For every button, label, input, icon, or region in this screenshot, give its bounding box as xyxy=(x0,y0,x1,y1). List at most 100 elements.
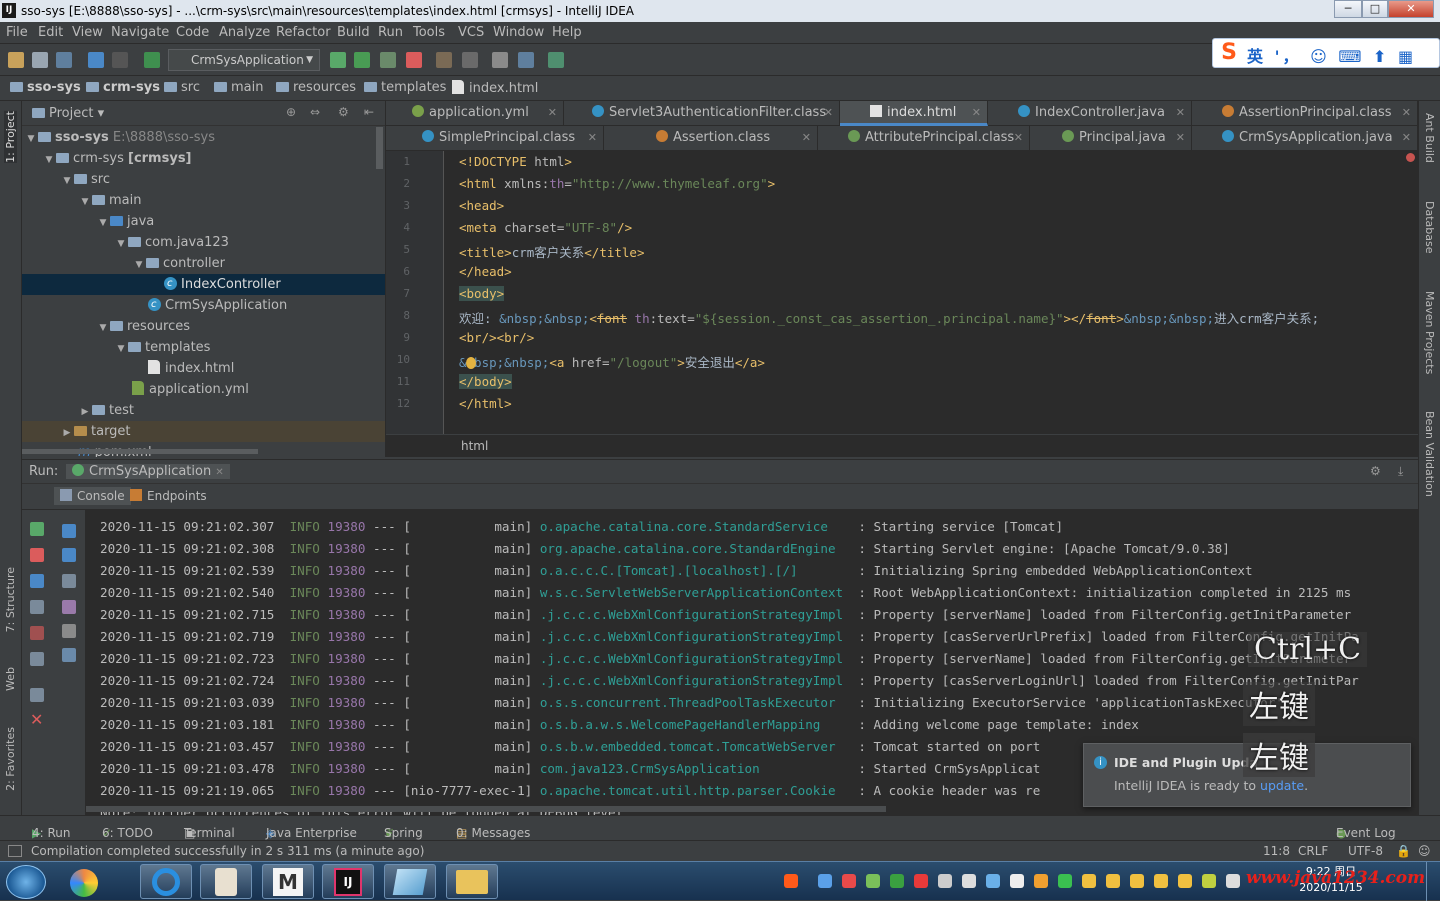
tray-qq-icon-2[interactable] xyxy=(1106,874,1120,888)
caret-position[interactable]: 11:8 xyxy=(1263,844,1290,858)
debug-icon[interactable] xyxy=(354,52,370,68)
run-tab-crmsysapplication[interactable]: CrmSysApplication ✕ xyxy=(66,464,230,479)
tree-item-crmsysapplication[interactable]: CrmSysApplication xyxy=(22,294,385,316)
run-configuration-select[interactable]: CrmSysApplication ▼ xyxy=(168,49,320,71)
down-arrow-icon[interactable] xyxy=(62,548,76,562)
gear-icon[interactable]: ⚙ xyxy=(338,105,349,119)
minimize-button[interactable]: ─ xyxy=(1334,0,1362,18)
close-tab-icon[interactable]: ✕ xyxy=(1402,126,1411,150)
taskbar-app-photos[interactable] xyxy=(58,864,110,899)
tray-s-icon[interactable] xyxy=(914,874,928,888)
tab-attributeprincipal-class[interactable]: AttributePrincipal.class ✕ xyxy=(818,126,1030,151)
menu-tools[interactable]: Tools xyxy=(413,25,445,40)
tab-principal-java[interactable]: Principal.java ✕ xyxy=(1030,126,1192,151)
favorites-tool-button[interactable]: 2: Favorites xyxy=(4,727,17,791)
tray-sogou-icon[interactable] xyxy=(784,874,798,888)
rerun-icon[interactable] xyxy=(30,522,44,536)
close-icon[interactable]: ✕ xyxy=(30,710,43,729)
tab-simpleprincipal-class[interactable]: SimplePrincipal.class ✕ xyxy=(386,126,604,151)
code-line[interactable]: <title>crm客户关系</title> xyxy=(459,242,644,261)
close-run-tab-icon[interactable]: ✕ xyxy=(215,467,223,478)
tree-item-indexcontroller[interactable]: IndexController xyxy=(22,273,385,295)
stop-icon[interactable] xyxy=(406,52,422,68)
tab-index-html[interactable]: index.html ✕ xyxy=(840,101,988,126)
tray-qq-icon-4[interactable] xyxy=(1154,874,1168,888)
tray-network-icon[interactable] xyxy=(986,874,1000,888)
save-all-icon[interactable] xyxy=(32,52,48,68)
menu-code[interactable]: Code xyxy=(176,25,209,40)
code-line[interactable]: 欢迎: &nbsp;&nbsp;<font th:text="${session… xyxy=(459,308,1319,327)
build-hammer-icon[interactable] xyxy=(144,52,160,68)
tree-item-java[interactable]: ▼ java xyxy=(22,211,385,232)
tray-qq-icon-5[interactable] xyxy=(1178,874,1192,888)
tab-crmsysapplication-java[interactable]: CrmSysApplication.java ✕ xyxy=(1192,126,1418,151)
breadcrumb-html[interactable]: html xyxy=(461,439,488,453)
tray-misc-icon[interactable] xyxy=(1202,874,1216,888)
clear-all-icon[interactable] xyxy=(62,648,76,662)
tree-item-src[interactable]: ▼ src xyxy=(22,169,385,190)
download-icon[interactable] xyxy=(462,52,478,68)
bean-validation-tool-button[interactable]: Bean Validation xyxy=(1423,411,1436,497)
open-folder-icon[interactable] xyxy=(8,52,24,68)
menu-vcs[interactable]: VCS xyxy=(458,25,484,40)
error-indicator-icon[interactable] xyxy=(1406,153,1415,162)
close-tab-icon[interactable]: ✕ xyxy=(802,126,811,150)
update-link[interactable]: update xyxy=(1260,778,1304,793)
exit-icon[interactable] xyxy=(30,626,44,640)
pin-icon[interactable] xyxy=(30,688,44,702)
tab-indexcontroller-java[interactable]: IndexController.java ✕ xyxy=(988,101,1192,126)
maximize-button[interactable]: □ xyxy=(1362,0,1388,18)
horizontal-scrollbar[interactable] xyxy=(22,449,258,454)
tray-shield-icon[interactable] xyxy=(866,874,880,888)
tree-item-resources[interactable]: ▼ resources xyxy=(22,316,385,337)
nav-crumb-src[interactable]: src xyxy=(164,80,200,95)
close-tab-icon[interactable]: ✕ xyxy=(588,126,597,150)
tray-app-icon[interactable] xyxy=(842,874,856,888)
close-tab-icon[interactable]: ✕ xyxy=(1176,126,1185,150)
taskbar-app-notepad[interactable] xyxy=(384,864,436,899)
endpoints-subtab[interactable]: Endpoints xyxy=(130,489,207,503)
code-line[interactable]: <html xmlns:th="http://www.thymeleaf.org… xyxy=(459,176,775,191)
hide-panel-icon[interactable]: ⤓ xyxy=(1398,464,1403,479)
menu-view[interactable]: View xyxy=(72,25,103,40)
tab-application-yml[interactable]: application.yml ✕ xyxy=(386,101,564,126)
menu-window[interactable]: Window xyxy=(493,25,544,40)
locate-icon[interactable]: ⊕ xyxy=(286,105,296,119)
nav-crumb-templates[interactable]: templates xyxy=(364,80,446,95)
tree-item-application-yml[interactable]: application.yml xyxy=(22,379,385,400)
sync-icon[interactable] xyxy=(56,52,72,68)
nav-crumb-main[interactable]: main xyxy=(214,80,263,95)
tray-qq-icon-3[interactable] xyxy=(1130,874,1144,888)
collapse-icon[interactable]: ⇔ xyxy=(310,105,320,119)
console-horizontal-scrollbar[interactable] xyxy=(86,806,886,812)
project-tool-button[interactable]: 1: Project xyxy=(4,111,17,163)
nav-crumb-crm-sys[interactable]: crm-sys xyxy=(86,80,160,95)
close-tab-icon[interactable]: ✕ xyxy=(972,101,981,125)
database-tool-button[interactable]: Database xyxy=(1423,201,1436,254)
tray-wechat-icon[interactable] xyxy=(1058,874,1072,888)
menu-help[interactable]: Help xyxy=(552,25,582,40)
tab-servlet3authenticationfilter[interactable]: Servlet3AuthenticationFilter.class ✕ xyxy=(564,101,840,126)
menu-run[interactable]: Run xyxy=(378,25,403,40)
tab-assertion-class[interactable]: Assertion.class ✕ xyxy=(604,126,818,151)
soft-wrap-icon[interactable] xyxy=(62,574,76,588)
back-arrow-icon[interactable] xyxy=(88,52,104,68)
tree-item-templates[interactable]: ▼ templates xyxy=(22,337,385,358)
dump-threads-icon[interactable] xyxy=(30,600,44,614)
nav-crumb-index-html[interactable]: index.html xyxy=(452,80,538,96)
layout-icon[interactable] xyxy=(30,652,44,666)
web-tool-button[interactable]: Web xyxy=(4,667,17,691)
pause-icon[interactable] xyxy=(30,574,44,588)
tree-item-test[interactable]: ▶ test xyxy=(22,400,385,421)
vertical-scrollbar[interactable] xyxy=(376,127,383,169)
up-arrow-icon[interactable] xyxy=(62,524,76,538)
maven-projects-tool-button[interactable]: Maven Projects xyxy=(1423,291,1436,374)
show-desktop-button[interactable] xyxy=(1426,862,1440,901)
code-line[interactable]: </body> xyxy=(459,374,512,389)
nav-crumb-resources[interactable]: resources xyxy=(276,80,356,95)
close-tab-icon[interactable]: ✕ xyxy=(548,101,557,125)
console-subtab[interactable]: Console xyxy=(54,487,131,505)
taskbar-app-intellij[interactable]: IJ xyxy=(322,864,374,899)
vcs-icon[interactable] xyxy=(436,52,452,68)
close-tab-icon[interactable]: ✕ xyxy=(1014,126,1023,150)
